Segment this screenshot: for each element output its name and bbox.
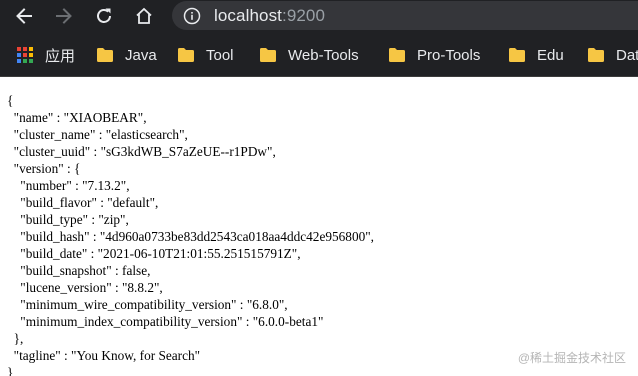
folder-icon	[96, 46, 114, 64]
json-response: { "name" : "XIAOBEAR", "cluster_name" : …	[7, 92, 374, 376]
bookmark-label: Edu	[537, 46, 564, 64]
json-line: "build_hash" : "4d960a0733be83dd2543ca01…	[7, 229, 374, 244]
bookmark-apps[interactable]: 应用	[16, 44, 75, 66]
json-line: "build_flavor" : "default",	[7, 195, 159, 210]
json-line: "minimum_index_compatibility_version" : …	[7, 314, 324, 329]
forward-button[interactable]	[53, 5, 75, 27]
arrow-right-icon	[56, 8, 72, 24]
bookmark-pro-tools[interactable]: Pro-Tools	[388, 44, 480, 66]
address-bar[interactable]: localhost:9200	[172, 1, 638, 30]
bookmark-web-tools[interactable]: Web-Tools	[259, 44, 359, 66]
json-line: "name" : "XIAOBEAR",	[7, 110, 147, 125]
watermark-text: @稀土掘金技术社区	[517, 351, 626, 365]
bookmark-dat[interactable]: Dat	[587, 44, 638, 66]
bookmark-label: Web-Tools	[288, 46, 359, 64]
folder-icon	[177, 46, 195, 64]
url-port: :9200	[282, 5, 326, 25]
json-line: "tagline" : "You Know, for Search"	[7, 348, 201, 363]
arrow-left-icon	[16, 8, 32, 24]
json-line: }	[7, 365, 14, 376]
json-line: "minimum_wire_compatibility_version" : "…	[7, 297, 288, 312]
bookmark-label: Pro-Tools	[417, 46, 481, 64]
bookmark-label: 应用	[45, 47, 76, 65]
bookmark-label: Dat	[616, 46, 638, 64]
home-button[interactable]	[133, 5, 155, 27]
reload-button[interactable]	[93, 5, 115, 27]
json-line: "build_type" : "zip",	[7, 212, 129, 227]
json-line: },	[7, 331, 24, 346]
json-line: "cluster_name" : "elasticsearch",	[7, 127, 188, 142]
back-button[interactable]	[13, 5, 35, 27]
json-line: "build_date" : "2021-06-10T21:01:55.2515…	[7, 246, 301, 261]
site-info-icon[interactable]	[183, 7, 201, 25]
bookmarks-bar: 应用 Java Tool Web-Tools Pro-Tools Edu Dat	[0, 32, 638, 77]
folder-icon	[508, 46, 526, 64]
folder-icon	[587, 46, 605, 64]
json-line: "cluster_uuid" : "sG3kdWB_S7aZeUE--r1PDw…	[7, 144, 276, 159]
browser-toolbar: localhost:9200	[0, 0, 638, 32]
bookmark-edu[interactable]: Edu	[508, 44, 564, 66]
json-line: "lucene_version" : "8.8.2",	[7, 280, 163, 295]
folder-icon	[388, 46, 406, 64]
json-line: "version" : {	[7, 161, 81, 176]
bookmark-tool[interactable]: Tool	[177, 44, 234, 66]
url-host: localhost	[214, 5, 282, 25]
bookmark-label: Java	[125, 46, 157, 64]
bookmark-java[interactable]: Java	[96, 44, 157, 66]
page-content: { "name" : "XIAOBEAR", "cluster_name" : …	[0, 77, 638, 376]
json-line: "number" : "7.13.2",	[7, 178, 130, 193]
bookmark-label: Tool	[206, 46, 234, 64]
json-line: {	[7, 93, 14, 108]
home-icon	[136, 7, 152, 24]
json-line: "build_snapshot" : false,	[7, 263, 151, 278]
reload-icon	[97, 8, 111, 23]
watermark: @稀土掘金技术社区	[518, 349, 626, 366]
apps-grid-icon	[16, 46, 34, 64]
folder-icon	[259, 46, 277, 64]
address-url[interactable]: localhost:9200	[214, 6, 325, 26]
